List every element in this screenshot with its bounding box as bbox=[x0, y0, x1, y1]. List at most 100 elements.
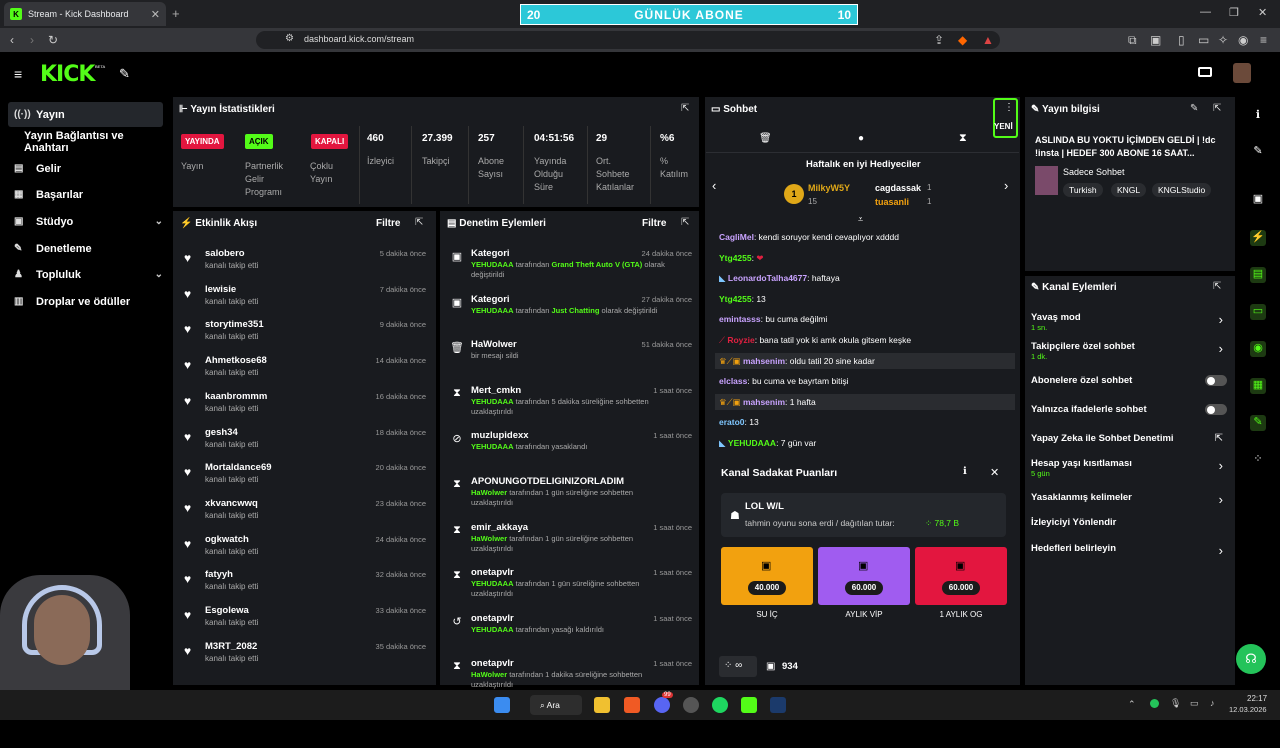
modlog-actor[interactable]: HaWolwer bbox=[471, 488, 507, 497]
gifter2-name[interactable]: cagdassak bbox=[875, 183, 921, 193]
activity-item[interactable]: ♥ fatyyh kanalı takip etti 32 dakika önce bbox=[184, 569, 430, 603]
modlog-item[interactable]: ⧗ onetapvlr 1 saat önce YEHUDAAA tarafından… bbox=[450, 567, 694, 611]
modlog-item[interactable]: ⧗ APONUNGOTDELIGINIZORLADIM HaWolwer taraf… bbox=[450, 476, 694, 520]
chat-icon[interactable]: ▭ bbox=[1250, 304, 1266, 320]
activity-filter-button[interactable]: Filtre bbox=[376, 218, 400, 229]
modlog-item[interactable]: ⊘ muzlupidexx 1 saat önce YEHUDAAA tarafınd… bbox=[450, 430, 694, 474]
tag-knglstudio[interactable]: KNGLStudio bbox=[1152, 183, 1212, 197]
sidebar-item-denetleme[interactable]: ✎ Denetleme bbox=[8, 236, 163, 261]
sidebar-item-gelir[interactable]: ▤ Gelir bbox=[8, 156, 163, 181]
modlog-actor[interactable]: YEHUDAAA bbox=[471, 306, 514, 315]
browser-tab[interactable]: K Stream - Kick Dashboard ✕ bbox=[4, 2, 166, 26]
collapse-icon[interactable]: ⩡ bbox=[858, 214, 863, 225]
maximize-icon[interactable]: ❐ bbox=[1229, 6, 1239, 19]
steam-icon[interactable] bbox=[770, 697, 786, 713]
activity-user[interactable]: storytime351 bbox=[205, 319, 264, 330]
extensions-icon[interactable]: ⧉ bbox=[1128, 33, 1137, 48]
avatar[interactable] bbox=[1233, 63, 1251, 83]
site-info-icon[interactable]: ⚙ bbox=[285, 33, 294, 44]
modlog-target[interactable]: HaWolwer bbox=[471, 339, 517, 350]
file-explorer-icon[interactable] bbox=[594, 697, 610, 713]
activity-user[interactable]: Ahmetkose68 bbox=[205, 355, 267, 366]
tray-chevron-icon[interactable]: ⌃ bbox=[1128, 699, 1136, 710]
modlog-actor[interactable]: HaWolwer bbox=[471, 670, 507, 679]
chat-username[interactable]: Ytg4255 bbox=[719, 253, 752, 263]
chevron-right-icon[interactable]: › bbox=[1004, 178, 1008, 193]
chat-username[interactable]: Ytg4255 bbox=[719, 294, 752, 304]
preview-icon[interactable] bbox=[1198, 67, 1212, 77]
chat-username[interactable]: LeonardoTalha4677 bbox=[728, 273, 807, 283]
volume-icon[interactable]: ♪ bbox=[1210, 698, 1215, 708]
wrench-icon[interactable]: ✎ bbox=[1250, 415, 1266, 431]
modlog-actor[interactable]: YEHUDAAA bbox=[471, 442, 514, 451]
network-icon[interactable]: ▭ bbox=[1190, 698, 1199, 709]
sidebar-toggle-icon[interactable]: ▯ bbox=[1178, 33, 1185, 47]
activity-user[interactable]: ogkwatch bbox=[205, 534, 249, 545]
activity-item[interactable]: ♥ xkvancwwq kanalı takip etti 23 dakika önc… bbox=[184, 498, 430, 532]
brave-rewards-icon[interactable]: ▲ bbox=[982, 33, 994, 47]
windows-start-icon[interactable] bbox=[494, 697, 510, 713]
activity-item[interactable]: ♥ M3RT_2082 kanalı takip etti 35 dakika önc… bbox=[184, 641, 430, 675]
modlog-item[interactable]: ⧗ emir_akkaya 1 saat önce HaWolwer tarafınd… bbox=[450, 522, 694, 566]
brave-shield-icon[interactable]: ◆ bbox=[958, 33, 967, 47]
tag-kngl[interactable]: KNGL bbox=[1111, 183, 1147, 197]
ai-moderation-row[interactable]: Yapay Zeka ile Sohbet Denetimi ⇱ bbox=[1031, 433, 1227, 444]
activity-item[interactable]: ♥ Mortaldance69 kanalı takip etti 20 dakika… bbox=[184, 462, 430, 496]
activity-user[interactable]: xkvancwwq bbox=[205, 498, 258, 509]
pencil-icon[interactable]: ✎ bbox=[1250, 144, 1266, 160]
activity-item[interactable]: ♥ gesh34 kanalı takip etti 18 dakika önce bbox=[184, 427, 430, 461]
close-tab-icon[interactable]: ✕ bbox=[151, 8, 160, 21]
modlog-actor[interactable]: YEHUDAAA bbox=[471, 579, 514, 588]
modlog-target[interactable]: APONUNGOTDELIGINIZORLADIM bbox=[471, 476, 624, 487]
trash-icon[interactable]: 🗑 bbox=[759, 133, 772, 144]
minimize-icon[interactable]: — bbox=[1200, 6, 1211, 18]
wallet-icon[interactable]: ▭ bbox=[1198, 33, 1209, 47]
back-icon[interactable]: ‹ bbox=[10, 33, 14, 47]
reward-button[interactable]: ▣ 60.000 bbox=[818, 547, 910, 605]
modlog-target[interactable]: Kategori bbox=[471, 248, 510, 259]
list-icon[interactable]: ▤ bbox=[1250, 267, 1266, 283]
mic-icon[interactable]: 🎙 bbox=[1170, 698, 1181, 709]
modlog-target[interactable]: Mert_cmkn bbox=[471, 385, 521, 396]
account-age-row[interactable]: Hesap yaşı kısıtlaması 5 gün › bbox=[1031, 458, 1227, 478]
window-close-icon[interactable]: ✕ bbox=[1258, 6, 1267, 19]
chat-username[interactable]: elclass bbox=[719, 376, 747, 386]
extension2-icon[interactable]: ▣ bbox=[1150, 33, 1161, 47]
activity-item[interactable]: ♥ Esgolewa kanalı takip etti 33 dakika önce bbox=[184, 605, 430, 639]
brave-icon[interactable] bbox=[624, 697, 640, 713]
activity-user[interactable]: salobero bbox=[205, 248, 245, 259]
new-tab-icon[interactable]: + bbox=[172, 6, 180, 21]
bolt-icon[interactable]: ⚡ bbox=[1250, 230, 1266, 246]
discord-icon[interactable] bbox=[654, 697, 670, 713]
activity-user[interactable]: M3RT_2082 bbox=[205, 641, 257, 652]
modlog-item[interactable]: ↺ onetapvlr 1 saat önce YEHUDAAA tarafından… bbox=[450, 613, 694, 657]
activity-item[interactable]: ♥ lewisie kanalı takip etti 7 dakika önce bbox=[184, 284, 430, 318]
info-icon[interactable]: ℹ bbox=[963, 466, 967, 477]
modlog-item[interactable]: ⧗ Mert_cmkn 1 saat önce YEHUDAAA tarafından… bbox=[450, 385, 694, 429]
preview-icon[interactable]: ▣ bbox=[1250, 192, 1266, 208]
gifter3-name[interactable]: tuasanli bbox=[875, 197, 909, 207]
modlog-filter-button[interactable]: Filtre bbox=[642, 218, 666, 229]
modlog-actor[interactable]: YEHUDAAA bbox=[471, 397, 514, 406]
modlog-item[interactable]: ▣ Kategori 24 dakika önce YEHUDAAA tarafınd… bbox=[450, 248, 694, 292]
sidebar-item-yayin[interactable]: ((·)) Yayın bbox=[8, 102, 163, 127]
activity-user[interactable]: Esgolewa bbox=[205, 605, 249, 616]
chat-username[interactable]: Royzie bbox=[727, 335, 754, 345]
modlog-target[interactable]: onetapvlr bbox=[471, 613, 514, 624]
chat-bubble-icon[interactable]: ● bbox=[858, 133, 864, 144]
spotify-icon[interactable] bbox=[712, 697, 728, 713]
leo-icon[interactable]: ✧ bbox=[1218, 33, 1228, 47]
activity-item[interactable]: ♥ kaanbrommm kanalı takip etti 16 dakika ön… bbox=[184, 391, 430, 425]
chat-username[interactable]: emintasss bbox=[719, 314, 761, 324]
emote-only-row[interactable]: Yalnızca ifadelerle sohbet bbox=[1031, 404, 1227, 415]
menu-icon[interactable]: ≡ bbox=[1260, 33, 1267, 47]
vpn-icon[interactable]: ◉ bbox=[1238, 33, 1248, 47]
activity-item[interactable]: ♥ salobero kanalı takip etti 5 dakika önce bbox=[184, 248, 430, 282]
expand-icon[interactable]: ⇱ bbox=[1213, 103, 1221, 114]
close-icon[interactable]: ✕ bbox=[990, 466, 999, 479]
broadcast-icon[interactable]: ◉ bbox=[1250, 341, 1266, 357]
sidebar-item-topluluk[interactable]: ♟ Topluluk ⌄ bbox=[8, 262, 163, 287]
share-icon[interactable]: ⇪ bbox=[934, 33, 944, 47]
modlog-actor[interactable]: HaWolwer bbox=[471, 534, 507, 543]
tag-turkish[interactable]: Turkish bbox=[1063, 183, 1103, 197]
